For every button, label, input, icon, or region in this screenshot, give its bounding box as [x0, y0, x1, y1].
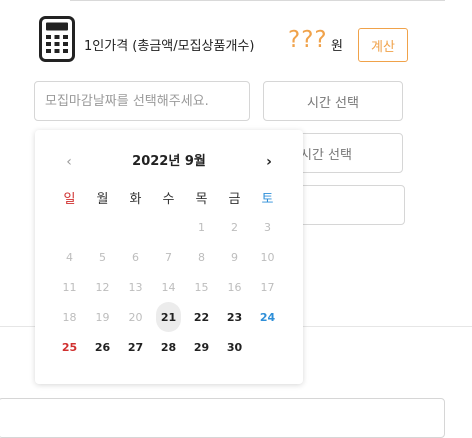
- calendar-month-title: 2022년 9월: [132, 154, 206, 169]
- chevron-right-icon[interactable]: ›: [261, 152, 277, 172]
- calendar-empty-cell: [86, 212, 119, 242]
- calendar-day[interactable]: 29: [185, 332, 218, 362]
- calendar-empty-cell: [251, 332, 284, 362]
- calendar-day[interactable]: 22: [185, 302, 218, 332]
- calendar-day: 18: [53, 302, 86, 332]
- calendar-day: 11: [53, 272, 86, 302]
- calendar-day-number: 13: [128, 280, 143, 294]
- calendar-day-number: 28: [160, 340, 177, 354]
- calendar-header: ‹ 2022년 9월 ›: [35, 152, 303, 172]
- calendar-day-number: 3: [264, 220, 271, 234]
- calendar-day-number: 4: [66, 250, 73, 264]
- calendar-day-number: 20: [128, 310, 143, 324]
- calendar-day: 19: [86, 302, 119, 332]
- weekday-label: 금: [228, 191, 241, 207]
- calendar-day-number: 15: [194, 280, 209, 294]
- calendar-day: 20: [119, 302, 152, 332]
- calendar-empty-cell: [53, 212, 86, 242]
- calendar-day-number: 14: [161, 280, 176, 294]
- calendar-day-number: 2: [231, 220, 238, 234]
- calendar-day-number: 11: [62, 280, 77, 294]
- calendar-empty-cell: [119, 212, 152, 242]
- calendar-day: 10: [251, 242, 284, 272]
- calendar-day: 6: [119, 242, 152, 272]
- calendar-day-number: 22: [193, 310, 210, 324]
- calendar-day-number: 21: [160, 310, 177, 324]
- weekday-label: 토: [261, 191, 274, 207]
- calendar-day-number: 5: [99, 250, 106, 264]
- calendar-day: 13: [119, 272, 152, 302]
- calendar-day-number: 24: [259, 310, 276, 324]
- calendar-day: 3: [251, 212, 284, 242]
- calendar-day[interactable]: 25: [53, 332, 86, 362]
- price-unit: 원: [331, 39, 343, 54]
- weekday-row: 일월화수목금토: [53, 182, 284, 212]
- per-person-price-label: 1인가격 (총금액/모집상품개수): [84, 39, 255, 54]
- calendar-day: 14: [152, 272, 185, 302]
- deadline-date-input[interactable]: [34, 81, 250, 121]
- calendar-day-number: 30: [226, 340, 243, 354]
- calendar-day: 9: [218, 242, 251, 272]
- calculator-icon: [39, 16, 75, 62]
- time-select-button[interactable]: 시간 선택: [263, 81, 403, 121]
- calendar-day-number: 19: [95, 310, 110, 324]
- calendar-day-number: 10: [260, 250, 275, 264]
- calendar-day-number: 23: [226, 310, 243, 324]
- bottom-input-box[interactable]: [0, 398, 445, 438]
- calendar-day-number: 16: [227, 280, 242, 294]
- week-row: 1 2 3: [53, 212, 284, 242]
- calendar-day-number: 29: [193, 340, 210, 354]
- calendar-day-number: 6: [132, 250, 139, 264]
- weekday-label: 화: [129, 191, 142, 207]
- top-divider: [70, 0, 445, 1]
- per-person-price-value: ???: [288, 27, 328, 53]
- calendar-day[interactable]: 28: [152, 332, 185, 362]
- calendar-day: 5: [86, 242, 119, 272]
- calendar-day-number: 17: [260, 280, 275, 294]
- calendar-day[interactable]: 21: [152, 302, 185, 332]
- week-row: 4 5 6 7 8 9 10: [53, 242, 284, 272]
- calendar-day-number: 12: [95, 280, 110, 294]
- calendar-day: 17: [251, 272, 284, 302]
- calendar-day: 7: [152, 242, 185, 272]
- calendar-day-number: 25: [61, 340, 78, 354]
- calendar-day: 16: [218, 272, 251, 302]
- calendar-day: 4: [53, 242, 86, 272]
- week-row: 11 12 13 14 15 16 17: [53, 272, 284, 302]
- calendar-day: 2: [218, 212, 251, 242]
- calendar-day[interactable]: 30: [218, 332, 251, 362]
- calendar-day: 1: [185, 212, 218, 242]
- calendar-day-number: 8: [198, 250, 205, 264]
- calendar-empty-cell: [152, 212, 185, 242]
- calendar-day[interactable]: 26: [86, 332, 119, 362]
- calendar-day: 15: [185, 272, 218, 302]
- calculate-button[interactable]: 계산: [358, 28, 408, 62]
- weekday-label: 수: [162, 191, 175, 207]
- calendar-day-number: 27: [127, 340, 144, 354]
- calendar-day: 12: [86, 272, 119, 302]
- week-row: 25 26 27 28 29 30: [53, 332, 284, 362]
- calendar-day-number: 7: [165, 250, 172, 264]
- calendar-day-number: 18: [62, 310, 77, 324]
- calendar-day[interactable]: 24: [251, 302, 284, 332]
- week-row: 18 19 20 21 22 23 24: [53, 302, 284, 332]
- datepicker-popup: ‹ 2022년 9월 › 일 월 화 수 목 금 토 1 2 3 4 5 6 7 8 9 10 11 12 13 14 1…: [35, 130, 303, 384]
- calendar-day[interactable]: 27: [119, 332, 152, 362]
- weekday-label: 일: [63, 191, 76, 207]
- calendar-day-number: 9: [231, 250, 238, 264]
- chevron-left-icon[interactable]: ‹: [61, 152, 77, 172]
- weekday-label: 목: [195, 191, 208, 207]
- calendar-day: 8: [185, 242, 218, 272]
- calendar-day-number: 1: [198, 220, 205, 234]
- calendar-day-number: 26: [94, 340, 111, 354]
- calendar-day[interactable]: 23: [218, 302, 251, 332]
- weekday-label: 월: [96, 191, 109, 207]
- calendar-grid: 일 월 화 수 목 금 토 1 2 3 4 5 6 7 8 9 10 11 12 13 14 15 16 17 18 19 20 21…: [53, 182, 284, 362]
